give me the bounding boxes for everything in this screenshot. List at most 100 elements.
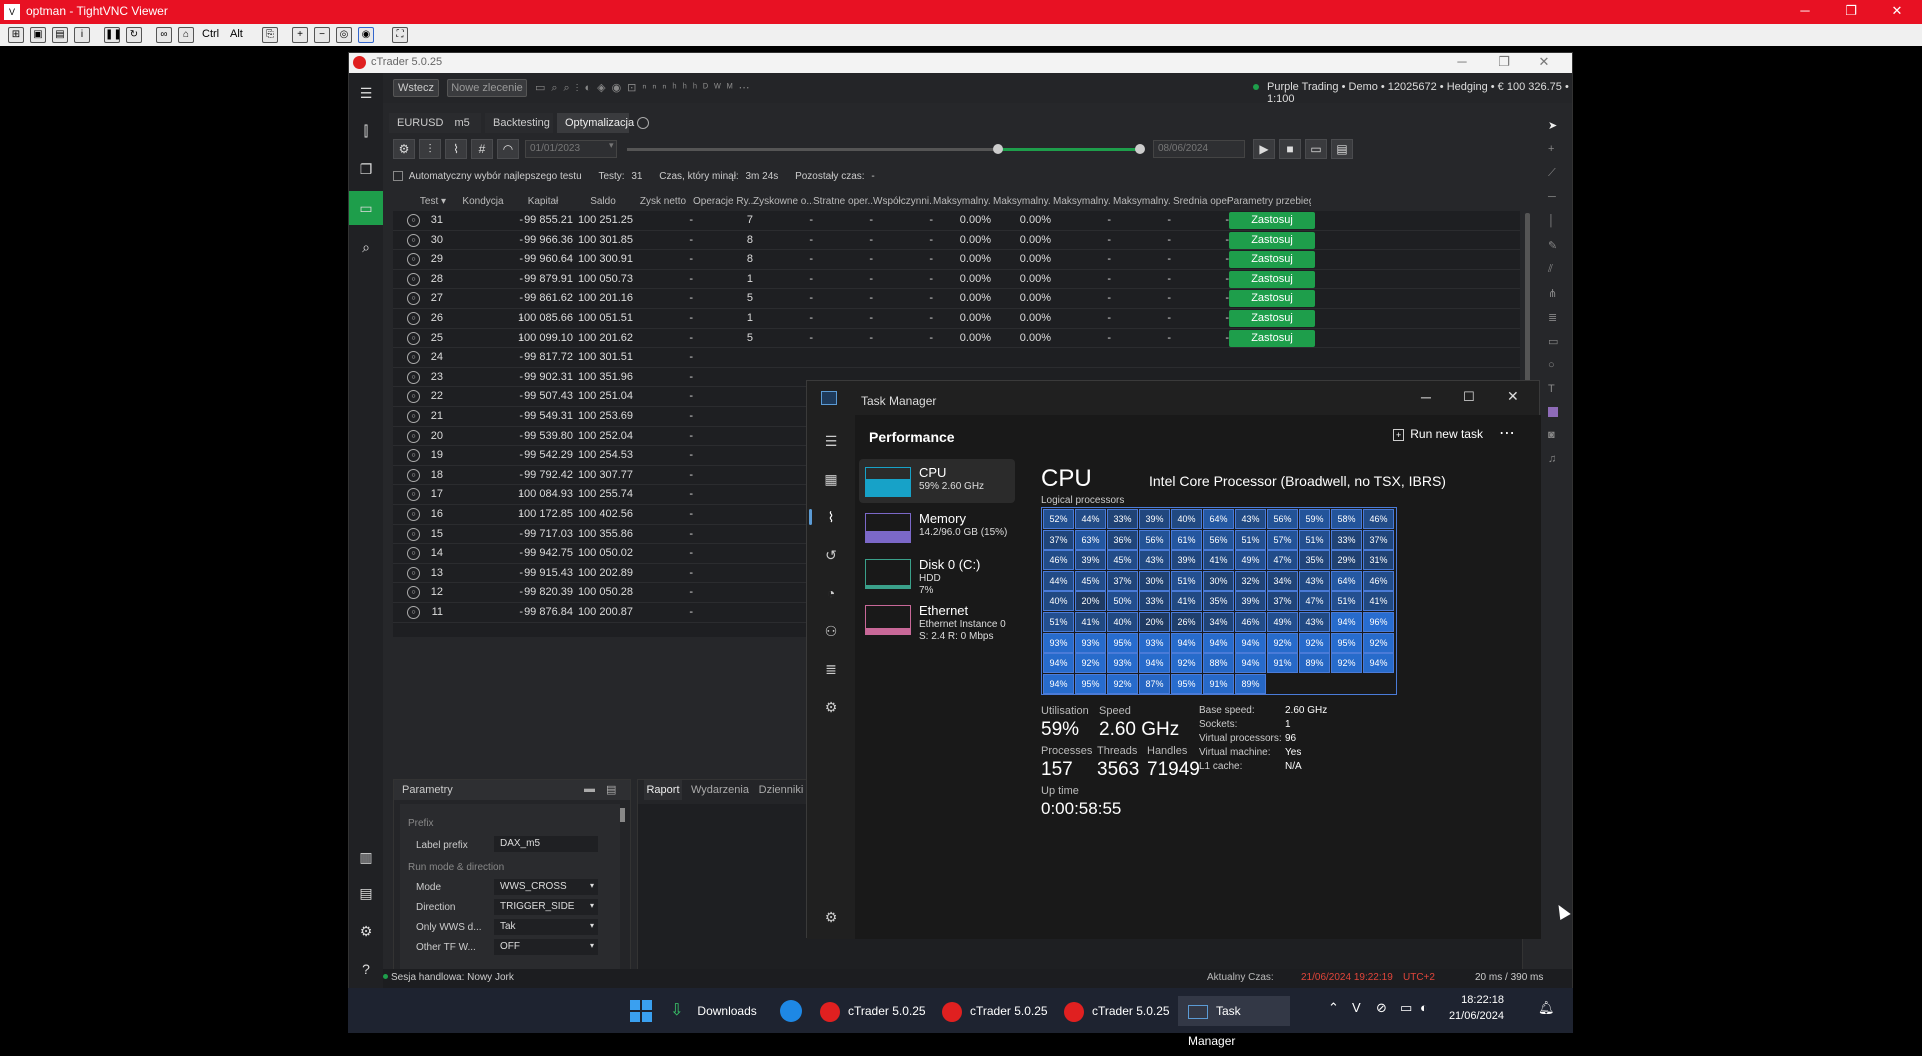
alt-key-button[interactable]: Alt <box>230 28 243 40</box>
label-prefix-input[interactable]: DAX_m5 <box>494 836 598 852</box>
apply-button[interactable]: Zastosuj <box>1229 310 1315 327</box>
menu-icon[interactable]: ☰ <box>349 79 383 107</box>
stop-square-icon[interactable]: ■ <box>1279 139 1301 159</box>
column-header[interactable]: Maksymalny... <box>1053 196 1111 207</box>
params-scrollbar[interactable] <box>620 808 625 822</box>
new-connection-icon[interactable]: ⊞ <box>8 27 24 43</box>
vnc-maximize-button[interactable]: ❐ <box>1828 0 1874 24</box>
save-icon[interactable]: ▣ <box>30 27 46 43</box>
timezone-value[interactable]: UTC+2 <box>1403 972 1435 983</box>
column-header[interactable]: Współczynni... <box>873 196 933 207</box>
notification-bell-icon[interactable]: 🔔︎ <box>1538 1000 1555 1016</box>
back-button[interactable]: Wstecz <box>393 79 439 97</box>
table-row[interactable]: ○ 28-99 879.91 100 050.73-1- - -0.00% 0.00% - -… <box>393 270 1520 290</box>
services-icon[interactable]: ⚙ <box>819 695 843 719</box>
refresh-icon[interactable]: ↻ <box>126 27 142 43</box>
play-icon[interactable]: ▶ <box>1253 139 1275 159</box>
settings-icon[interactable]: ⚙ <box>349 917 383 945</box>
apply-button[interactable]: Zastosuj <box>1229 329 1315 347</box>
column-header[interactable]: Stratne oper... <box>813 196 873 207</box>
column-header[interactable]: Maksymalny... <box>1113 196 1171 207</box>
analyze-icon[interactable]: ⌕ <box>349 233 383 261</box>
ctrader-minimize-button[interactable]: ─ <box>1447 54 1477 69</box>
ctrader-close-button[interactable]: ✕ <box>1529 54 1559 70</box>
table-row[interactable]: ○ 30-99 966.36 100 301.85-8- - -0.00% 0.00% - -… <box>393 231 1520 251</box>
tab-symbol[interactable]: EURUSD m5 <box>389 113 481 133</box>
apply-button[interactable]: Zastosuj <box>1229 251 1315 269</box>
clipboard-icon[interactable]: ⎘ <box>262 27 278 43</box>
hash-icon[interactable]: # <box>471 139 493 159</box>
column-header[interactable]: Maksymalny... <box>933 196 991 207</box>
store-icon[interactable]: ▥ <box>349 843 383 871</box>
run-new-task-button[interactable]: + Run new task <box>1393 427 1483 441</box>
vnc-close-button[interactable]: ✕ <box>1874 0 1920 24</box>
taskbar-ctrader-3[interactable]: cTrader 5.0.25 <box>1064 996 1170 1026</box>
start-button[interactable] <box>630 1000 652 1022</box>
performance-icon[interactable]: ⌇ <box>819 505 843 529</box>
chart-icon[interactable]: ⌇ <box>445 139 467 159</box>
tab-optimization[interactable]: Optymalizacja <box>557 113 634 133</box>
param-select[interactable]: Tak ▾ <box>494 919 598 935</box>
clock-date[interactable]: 21/06/2024 <box>1442 1010 1504 1022</box>
bell-icon[interactable]: ♫ <box>1548 453 1556 465</box>
table-row[interactable]: ○ 31-99 855.21 100 251.25-7- - -0.00% 0.00% - -… <box>393 211 1520 231</box>
app-history-icon[interactable]: ↺ <box>819 543 843 567</box>
speed-icon[interactable]: ◠ <box>497 139 519 159</box>
account-info[interactable]: Purple Trading • Demo • 12025672 • Hedgi… <box>1267 81 1572 105</box>
tray-chevron-icon[interactable]: ⌃ <box>1328 1000 1339 1016</box>
processes-icon[interactable]: ▦ <box>819 467 843 491</box>
fullscreen-icon[interactable]: ⛶ <box>392 27 408 43</box>
tray-display-icon[interactable]: ▭ <box>1400 1000 1412 1016</box>
zoom-100-icon[interactable]: ◎ <box>336 27 352 43</box>
date-range-track[interactable] <box>627 148 997 151</box>
help-icon[interactable]: ? <box>349 955 383 983</box>
screenshot-icon[interactable]: ◙ <box>1548 429 1555 441</box>
color-picker-icon[interactable] <box>1548 407 1558 417</box>
table-row[interactable]: ○ 24-99 817.72 100 301.51- <box>393 348 1520 368</box>
rectangle-icon[interactable]: ▭ <box>1548 335 1558 348</box>
start-menu-icon[interactable]: ⌂ <box>178 27 194 43</box>
column-header[interactable]: Parametry przebiegu <box>1227 196 1311 207</box>
perf-item-memory[interactable]: Memory 14.2/96.0 GB (15%) <box>859 505 1015 549</box>
layout-icon[interactable]: ▭ <box>1305 139 1327 159</box>
copy-icon[interactable]: ❐ <box>349 155 383 183</box>
users-icon[interactable]: ⚇ <box>819 619 843 643</box>
apply-button[interactable]: Zastosuj <box>1229 212 1315 229</box>
tab-report[interactable]: Raport <box>644 780 682 800</box>
tab-events[interactable]: Wydarzenia <box>688 780 752 800</box>
perf-item-ethernet[interactable]: Ethernet Ethernet Instance 0 S: 2.4 R: 0 M… <box>859 597 1015 642</box>
table-row[interactable]: ○ 26-100 085.66 100 051.51-1- - -0.00% 0.00% -… <box>393 309 1520 329</box>
algo-icon[interactable]: ▭ <box>349 191 383 225</box>
hline-icon[interactable]: ─ <box>1548 191 1556 203</box>
ctrl-alt-del-icon[interactable]: ∞ <box>156 27 172 43</box>
column-header[interactable]: Maksymalny... <box>993 196 1051 207</box>
channel-icon[interactable]: ⫽ <box>1548 263 1553 276</box>
tray-volume-icon[interactable]: ◐ <box>1420 1000 1428 1015</box>
table-row[interactable]: ○ 27-99 861.62 100 201.16-5- - -0.00% 0.00% - -… <box>393 289 1520 309</box>
tm-minimize-button[interactable]: ─ <box>1421 389 1431 405</box>
panel-icon[interactable]: ▤ <box>1331 139 1353 159</box>
tray-network-icon[interactable]: ⊘ <box>1376 1000 1387 1016</box>
layout-panel-icon[interactable]: ▤ <box>606 783 616 796</box>
edge-icon[interactable] <box>780 1000 802 1022</box>
settings-gear-icon[interactable]: ⚙ <box>393 139 415 159</box>
pencil-icon[interactable]: ✎ <box>1548 239 1557 252</box>
end-date-input[interactable]: 08/06/2024 <box>1153 140 1245 158</box>
tm-settings-icon[interactable]: ⚙ <box>819 905 843 929</box>
taskbar-task-manager[interactable]: Task Manager <box>1178 996 1290 1048</box>
zoom-out-icon[interactable]: − <box>314 27 330 43</box>
ctrl-key-button[interactable]: Ctrl <box>202 28 219 40</box>
column-header[interactable]: Średnia oper... <box>1173 196 1229 207</box>
column-header[interactable]: Test ▾ <box>413 196 453 207</box>
vnc-minimize-button[interactable]: ─ <box>1782 0 1828 24</box>
zoom-in-icon[interactable]: + <box>292 27 308 43</box>
auto-select-checkbox[interactable] <box>393 171 403 182</box>
column-header[interactable]: Kapitał <box>513 196 573 207</box>
param-select[interactable]: OFF ▾ <box>494 939 598 955</box>
start-date-chevron-icon[interactable]: ▾ <box>609 140 614 151</box>
column-header[interactable]: Kondycja <box>455 196 511 207</box>
new-order-button[interactable]: Nowe zlecenie <box>447 79 527 97</box>
details-icon[interactable]: ≣ <box>819 657 843 681</box>
fib-icon[interactable]: ≣ <box>1548 311 1557 324</box>
cursor-icon[interactable]: ➤ <box>1548 119 1557 132</box>
